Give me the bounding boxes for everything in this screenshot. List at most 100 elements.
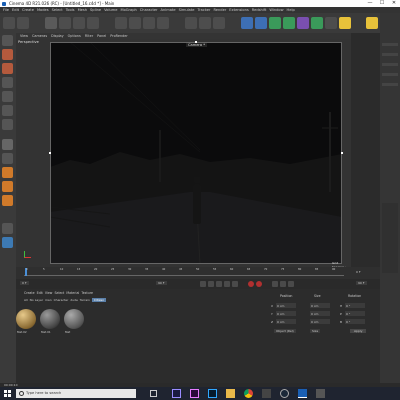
size-mode-dropdown[interactable]: Size bbox=[310, 329, 321, 333]
position-z-field[interactable] bbox=[276, 319, 296, 324]
material-menu-create[interactable]: Create bbox=[24, 291, 35, 295]
object-row-2[interactable] bbox=[382, 53, 398, 56]
y-axis-icon[interactable] bbox=[129, 17, 141, 29]
timeline[interactable]: 0 5 10 15 20 25 30 35 40 45 50 55 60 65 70 75 80 85 90 0 F bbox=[16, 267, 380, 279]
object-row-4[interactable] bbox=[382, 73, 398, 76]
undo-icon[interactable] bbox=[3, 17, 15, 29]
next-key-icon[interactable] bbox=[224, 281, 230, 287]
viewport-menu-options[interactable]: Options bbox=[68, 34, 81, 38]
tweak-icon[interactable] bbox=[2, 153, 13, 164]
subdivision-icon[interactable] bbox=[269, 17, 281, 29]
material-menu-view[interactable]: View bbox=[45, 291, 53, 295]
sculpt-icon[interactable] bbox=[2, 223, 13, 234]
deformer-icon[interactable] bbox=[297, 17, 309, 29]
rotate-icon[interactable] bbox=[87, 17, 99, 29]
locked-workplane-icon[interactable] bbox=[2, 195, 13, 206]
material-swatch-1[interactable] bbox=[16, 309, 36, 329]
material-tab-citizen[interactable]: Citizen bbox=[91, 298, 107, 302]
viewport-menu-cameras[interactable]: Cameras bbox=[32, 34, 47, 38]
size-x-field[interactable] bbox=[310, 303, 330, 308]
enable-axis-icon[interactable] bbox=[2, 139, 13, 150]
record-icon[interactable] bbox=[248, 281, 254, 287]
material-tab-dude[interactable]: dude bbox=[70, 298, 78, 302]
light-icon[interactable] bbox=[339, 17, 351, 29]
environment-icon[interactable] bbox=[311, 17, 323, 29]
texture-mode-icon[interactable] bbox=[2, 63, 13, 74]
viewport-menu-display[interactable]: Display bbox=[51, 34, 64, 38]
viewport[interactable]: Perspective Camera * Grid Spacing : 1000… bbox=[16, 39, 351, 273]
move-icon[interactable] bbox=[59, 17, 71, 29]
start-frame-field[interactable]: 0 F bbox=[20, 281, 29, 285]
autokey-icon[interactable] bbox=[256, 281, 262, 287]
render-settings-icon[interactable] bbox=[213, 17, 225, 29]
material-tab-no-layer[interactable]: No Layer bbox=[30, 298, 43, 302]
edges-mode-icon[interactable] bbox=[2, 105, 13, 116]
premiere-icon[interactable] bbox=[190, 389, 199, 398]
points-mode-icon[interactable] bbox=[2, 91, 13, 102]
render-picture-viewer-icon[interactable] bbox=[199, 17, 211, 29]
end-frame-field[interactable]: 90 F bbox=[156, 281, 167, 285]
media-player-icon[interactable] bbox=[262, 389, 271, 398]
x-axis-icon[interactable] bbox=[115, 17, 127, 29]
windows-start-icon[interactable] bbox=[4, 390, 11, 397]
after-effects-icon[interactable] bbox=[172, 389, 181, 398]
camera-handle-top[interactable] bbox=[195, 41, 197, 43]
position-x-field[interactable] bbox=[276, 303, 296, 308]
camera-handle-right[interactable] bbox=[341, 152, 343, 154]
live-selection-icon[interactable] bbox=[45, 17, 57, 29]
material-swatch-3[interactable] bbox=[64, 309, 84, 329]
minimize-button[interactable]: — bbox=[364, 0, 376, 7]
maximize-button[interactable]: ☐ bbox=[376, 0, 388, 7]
viewport-menu-filter[interactable]: Filter bbox=[85, 34, 93, 38]
cinema4d-taskbar-icon[interactable] bbox=[298, 389, 307, 398]
apply-button[interactable]: Apply bbox=[350, 329, 367, 333]
z-axis-icon[interactable] bbox=[143, 17, 155, 29]
redo-icon[interactable] bbox=[17, 17, 29, 29]
keyframe-selection-icon[interactable] bbox=[272, 281, 278, 287]
material-menu-edit[interactable]: Edit bbox=[37, 291, 43, 295]
render-view-icon[interactable] bbox=[185, 17, 197, 29]
file-explorer-icon[interactable] bbox=[226, 389, 235, 398]
taskbar-search-box[interactable]: Type here to search bbox=[16, 389, 136, 398]
go-to-start-icon[interactable] bbox=[200, 281, 206, 287]
position-key-icon[interactable] bbox=[280, 281, 286, 287]
material-menu-select[interactable]: Select bbox=[54, 291, 64, 295]
steam-icon[interactable] bbox=[280, 389, 289, 398]
material-menu-texture[interactable]: Texture bbox=[81, 291, 93, 295]
play-icon[interactable] bbox=[216, 281, 222, 287]
object-row-1[interactable] bbox=[382, 43, 398, 46]
chrome-icon[interactable] bbox=[244, 389, 253, 398]
model-mode-icon[interactable] bbox=[2, 49, 13, 60]
snap-icon[interactable] bbox=[2, 167, 13, 178]
material-tab-character[interactable]: Character bbox=[54, 298, 69, 302]
make-editable-icon[interactable] bbox=[2, 35, 13, 46]
previous-key-icon[interactable] bbox=[208, 281, 214, 287]
material-swatch-2[interactable] bbox=[40, 309, 60, 329]
python-icon[interactable] bbox=[2, 237, 13, 248]
rotation-p-field[interactable] bbox=[345, 311, 365, 316]
rotation-b-field[interactable] bbox=[345, 319, 365, 324]
rotation-key-icon[interactable] bbox=[288, 281, 294, 287]
rotation-h-field[interactable] bbox=[345, 303, 365, 308]
coordinate-system-icon[interactable] bbox=[157, 17, 169, 29]
viewport-menu-view[interactable]: View bbox=[20, 34, 28, 38]
pen-icon[interactable] bbox=[255, 17, 267, 29]
material-menu-material[interactable]: Material bbox=[66, 291, 79, 295]
layout-icon[interactable] bbox=[366, 17, 378, 29]
end-frame-field-2[interactable]: 90 F bbox=[356, 281, 367, 285]
coordinate-mode-dropdown[interactable]: Object (Rel) bbox=[274, 329, 296, 333]
material-tab-man[interactable]: man bbox=[45, 298, 52, 302]
scale-icon[interactable] bbox=[73, 17, 85, 29]
workplane-icon[interactable] bbox=[2, 77, 13, 88]
material-tab-terrain[interactable]: Terrain bbox=[80, 298, 90, 302]
cloner-icon[interactable] bbox=[283, 17, 295, 29]
position-y-field[interactable] bbox=[276, 311, 296, 316]
close-button[interactable]: ✕ bbox=[388, 0, 400, 7]
viewport-menu-panel[interactable]: Panel bbox=[97, 34, 106, 38]
solo-icon[interactable] bbox=[2, 181, 13, 192]
object-row-5[interactable] bbox=[382, 83, 398, 86]
cube-icon[interactable] bbox=[241, 17, 253, 29]
task-view-icon[interactable] bbox=[150, 390, 157, 397]
photoshop-icon[interactable] bbox=[208, 389, 217, 398]
material-tab-all[interactable]: All bbox=[24, 298, 28, 302]
